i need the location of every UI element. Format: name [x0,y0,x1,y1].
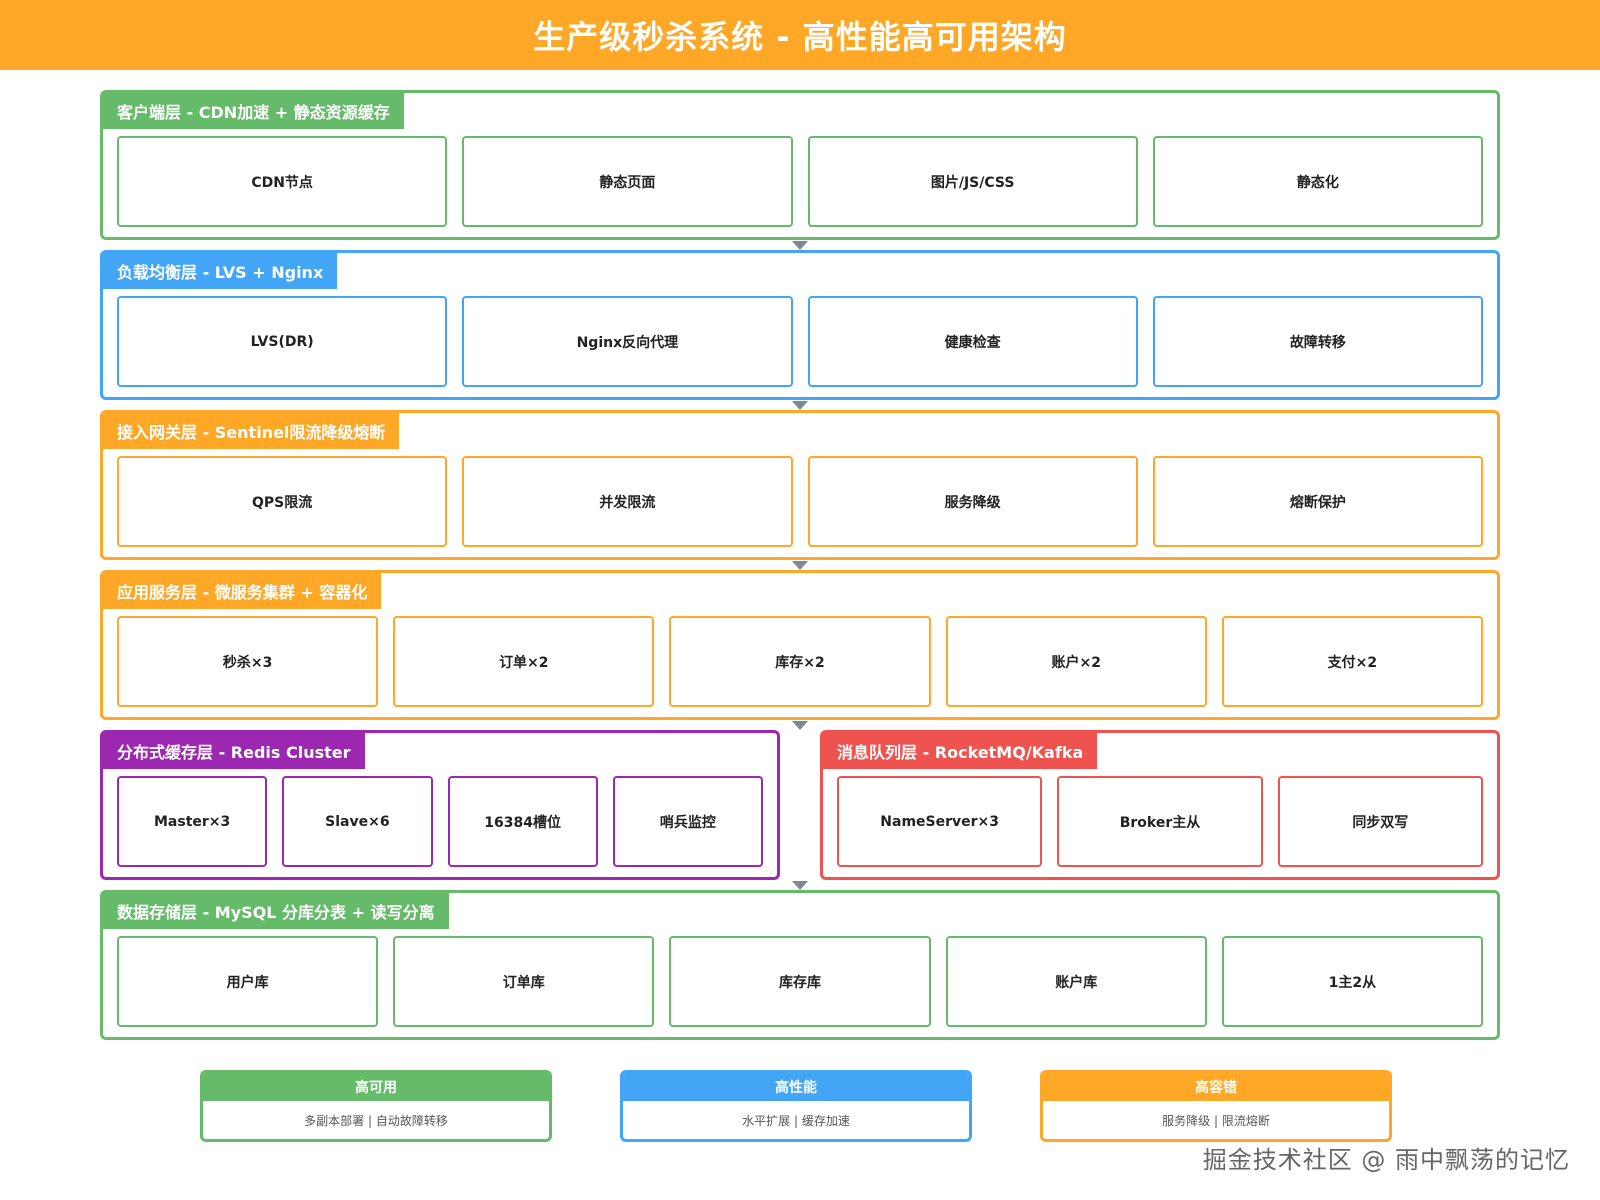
nameserver-box: NameServer×3 [837,776,1043,867]
message-queue-layer: 消息队列层 - RocketMQ/Kafka NameServer×3 Brok… [820,730,1500,880]
load-balancer-layer-label: 负载均衡层 - LVS + Nginx [103,253,338,289]
broker-box: Broker主从 [1057,776,1263,867]
assets-box: 图片/JS/CSS [807,136,1138,227]
flow-arrow-4 [792,721,808,730]
gateway-layer: 接入网关层 - Sentinel限流降级熔断 QPS限流 并发限流 服务降级 熔… [100,410,1500,560]
staticize-box: 静态化 [1152,136,1483,227]
static-page-box: 静态页面 [462,136,793,227]
sync-double-write-box: 同步双写 [1277,776,1483,867]
legend-high-performance: 高性能 水平扩展 | 缓存加速 [620,1070,972,1142]
nginx-box: Nginx反向代理 [462,296,793,387]
legend-fault-tolerance-desc: 服务降级 | 限流熔断 [1162,1113,1270,1128]
lvs-box: LVS(DR) [117,296,448,387]
replication-box: 1主2从 [1221,936,1484,1027]
legend-high-availability-desc: 多副本部署 | 自动故障转移 [304,1113,448,1128]
circuit-breaker-box: 熔断保护 [1152,456,1483,547]
app-service-layer: 应用服务层 - 微服务集群 + 容器化 秒杀×3 订单×2 库存×2 账户×2 … [100,570,1500,720]
cache-layer-label: 分布式缓存层 - Redis Cluster [103,733,365,769]
inventory-db-box: 库存库 [669,936,931,1027]
redis-slots-box: 16384槽位 [447,776,598,867]
redis-master-box: Master×3 [117,776,268,867]
account-db-box: 账户库 [945,936,1207,1027]
flow-arrow-2 [792,401,808,410]
legend-fault-tolerance-title: 高容错 [1043,1073,1389,1101]
client-layer-label: 客户端层 - CDN加速 + 静态资源缓存 [103,93,404,129]
user-db-box: 用户库 [117,936,379,1027]
concurrency-limit-box: 并发限流 [462,456,793,547]
message-queue-layer-label: 消息队列层 - RocketMQ/Kafka [823,733,1098,769]
order-service-box: 订单×2 [393,616,655,707]
data-storage-layer: 数据存储层 - MySQL 分库分表 + 读写分离 用户库 订单库 库存库 账户… [100,890,1500,1040]
redis-slave-box: Slave×6 [282,776,433,867]
legend-high-performance-desc: 水平扩展 | 缓存加速 [742,1113,850,1128]
page-title: 生产级秒杀系统 - 高性能高可用架构 [533,18,1067,56]
legend-fault-tolerance: 高容错 服务降级 | 限流熔断 [1040,1070,1392,1142]
seckill-service-box: 秒杀×3 [117,616,379,707]
degrade-box: 服务降级 [807,456,1138,547]
failover-box: 故障转移 [1152,296,1483,387]
cdn-node-box: CDN节点 [117,136,448,227]
legend-high-performance-title: 高性能 [623,1073,969,1101]
inventory-service-box: 库存×2 [669,616,931,707]
qps-limit-box: QPS限流 [117,456,448,547]
order-db-box: 订单库 [393,936,655,1027]
watermark: 掘金技术社区 @ 雨中飘荡的记忆 [1202,1146,1570,1174]
legend-high-availability: 高可用 多副本部署 | 自动故障转移 [200,1070,552,1142]
sentinel-monitor-box: 哨兵监控 [612,776,763,867]
flow-arrow-3 [792,561,808,570]
flow-arrow-5 [792,881,808,890]
client-layer: 客户端层 - CDN加速 + 静态资源缓存 CDN节点 静态页面 图片/JS/C… [100,90,1500,240]
app-service-layer-label: 应用服务层 - 微服务集群 + 容器化 [103,573,382,609]
data-storage-layer-label: 数据存储层 - MySQL 分库分表 + 读写分离 [103,893,449,929]
legend-high-availability-title: 高可用 [203,1073,549,1101]
gateway-layer-label: 接入网关层 - Sentinel限流降级熔断 [103,413,400,449]
payment-service-box: 支付×2 [1221,616,1484,707]
page-header: 生产级秒杀系统 - 高性能高可用架构 [0,0,1600,70]
cache-layer: 分布式缓存层 - Redis Cluster Master×3 Slave×6 … [100,730,780,880]
load-balancer-layer: 负载均衡层 - LVS + Nginx LVS(DR) Nginx反向代理 健康… [100,250,1500,400]
flow-arrow-1 [792,241,808,250]
health-check-box: 健康检查 [807,296,1138,387]
account-service-box: 账户×2 [945,616,1207,707]
